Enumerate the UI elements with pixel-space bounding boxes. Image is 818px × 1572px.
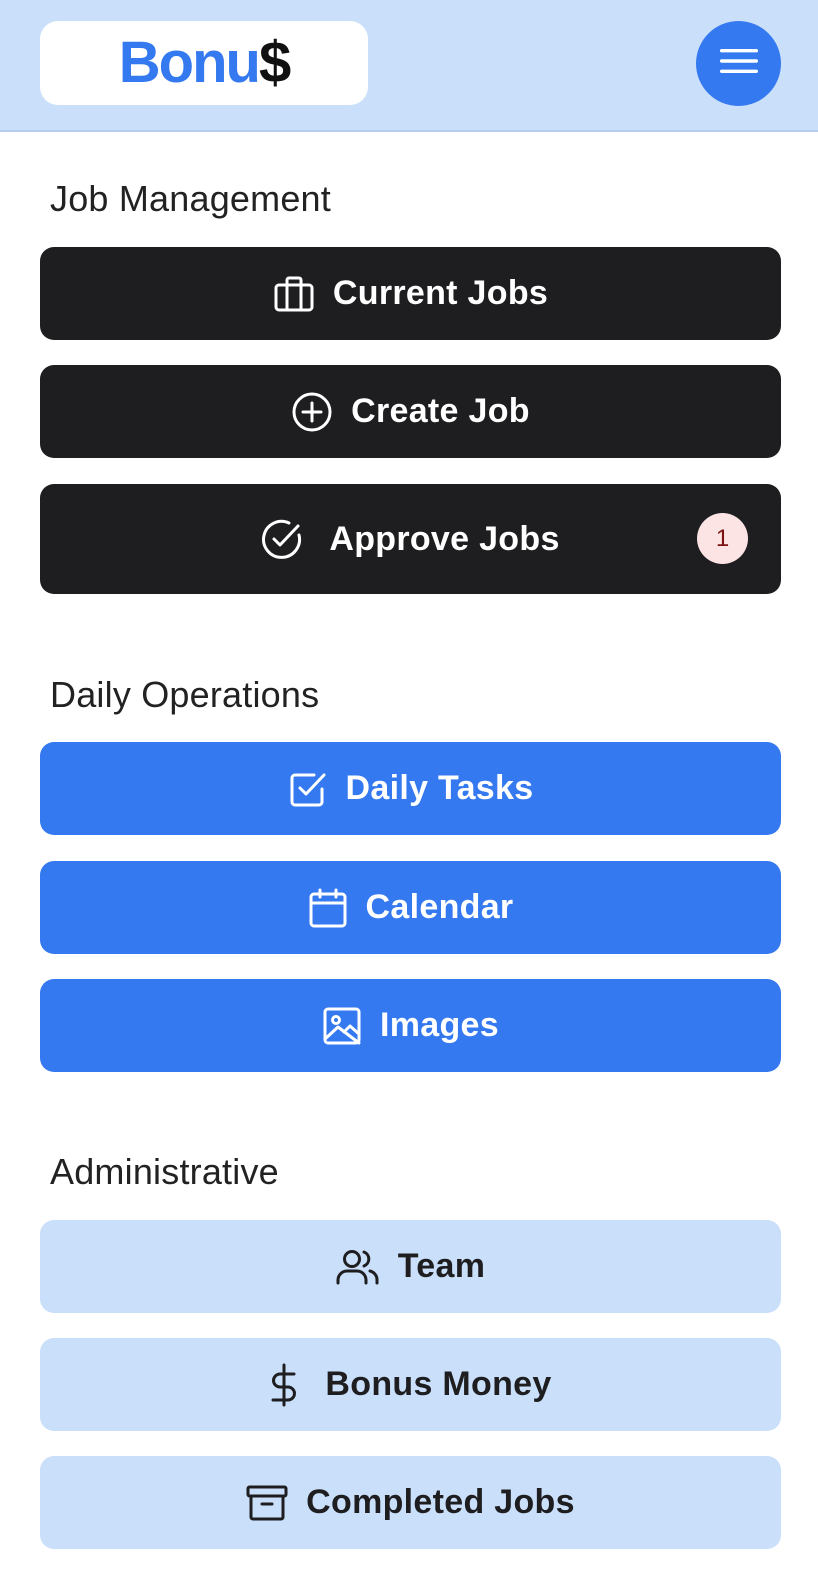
approve-jobs-button[interactable]: Approve Jobs 1: [40, 484, 781, 594]
bonus-money-label: Bonus Money: [325, 1365, 552, 1403]
checkbox-icon: [288, 769, 328, 809]
completed-jobs-button[interactable]: Completed Jobs: [40, 1456, 781, 1549]
team-button[interactable]: Team: [40, 1220, 781, 1313]
images-button[interactable]: Images: [40, 979, 781, 1072]
images-label: Images: [380, 1006, 499, 1044]
create-job-label: Create Job: [351, 392, 530, 430]
completed-jobs-label: Completed Jobs: [306, 1483, 575, 1521]
plus-circle-icon: [291, 391, 333, 433]
dollar-icon: [269, 1363, 299, 1407]
hamburger-menu-icon: [719, 46, 759, 81]
app-header: Bonu$: [0, 0, 818, 132]
current-jobs-label: Current Jobs: [332, 274, 549, 312]
section-title-daily-operations: Daily Operations: [50, 674, 320, 715]
daily-tasks-button[interactable]: Daily Tasks: [40, 742, 781, 835]
approve-jobs-label: Approve Jobs: [329, 519, 560, 558]
create-job-button[interactable]: Create Job: [40, 365, 781, 458]
archive-icon: [246, 1484, 288, 1522]
logo[interactable]: Bonu$: [40, 21, 368, 105]
logo-text: Bonu$: [118, 30, 291, 95]
daily-tasks-label: Daily Tasks: [345, 769, 534, 807]
briefcase-icon: [273, 275, 315, 313]
calendar-icon: [308, 887, 348, 929]
team-label: Team: [397, 1247, 486, 1285]
users-icon: [336, 1248, 380, 1286]
calendar-label: Calendar: [365, 888, 514, 926]
image-icon: [322, 1006, 362, 1046]
section-title-job-management: Job Management: [50, 178, 331, 219]
bonus-money-button[interactable]: Bonus Money: [40, 1338, 781, 1431]
approve-jobs-count-badge: 1: [697, 513, 748, 564]
menu-button[interactable]: [696, 21, 781, 106]
calendar-button[interactable]: Calendar: [40, 861, 781, 954]
section-title-administrative: Administrative: [50, 1151, 279, 1192]
check-circle-icon: [261, 518, 303, 560]
current-jobs-button[interactable]: Current Jobs: [40, 247, 781, 340]
